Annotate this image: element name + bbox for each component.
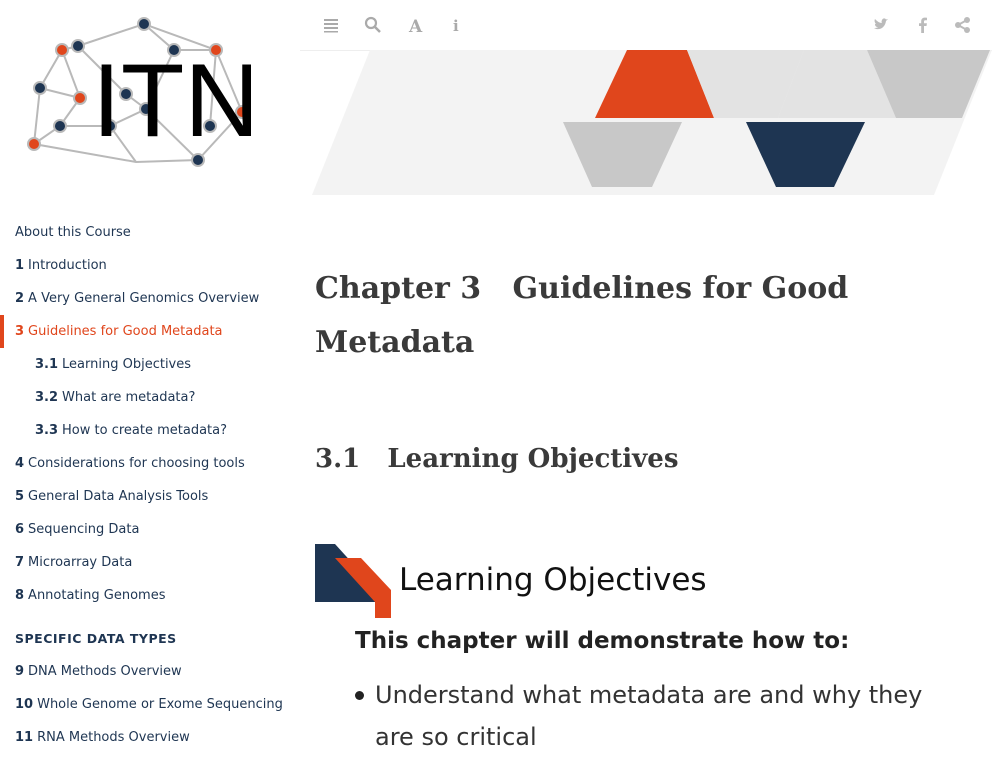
toc-item[interactable]: 3.3 How to create metadata? xyxy=(0,414,300,447)
toc-item-label: About this Course xyxy=(15,225,131,240)
toc-item[interactable]: 4 Considerations for choosing tools xyxy=(0,447,300,480)
section-title: 3.1 Learning Objectives xyxy=(315,444,678,474)
toc-item[interactable]: 3 Guidelines for Good Metadata xyxy=(0,315,300,348)
toc-item[interactable]: 3.1 Learning Objectives xyxy=(0,348,300,381)
toc-item[interactable]: 11 RNA Methods Overview xyxy=(0,721,300,744)
toc-item-number: 6 xyxy=(15,522,25,537)
toc-item-label: RNA Methods Overview xyxy=(37,730,190,744)
menu-icon[interactable] xyxy=(320,14,342,36)
toc-item-label: Guidelines for Good Metadata xyxy=(28,324,223,339)
toc-item-number: 8 xyxy=(15,588,25,603)
info-icon[interactable]: i xyxy=(446,14,468,36)
toc-item-number: 1 xyxy=(15,258,25,273)
toc-item-label: Learning Objectives xyxy=(62,357,192,372)
toc-item[interactable]: 8 Annotating Genomes xyxy=(0,579,300,612)
toc-item-number: 3.3 xyxy=(35,423,59,438)
banner-graphic xyxy=(312,50,992,195)
sidebar: ITN About this Course 1 Introduction 2 A Ver… xyxy=(0,0,300,744)
toc-item-number: 5 xyxy=(15,489,25,504)
list-item: Understand what metadata are and why the… xyxy=(355,674,925,758)
toc-item[interactable]: 7 Microarray Data xyxy=(0,546,300,579)
learning-objectives-heading: Learning Objectives xyxy=(399,562,707,598)
toc-item-number: 3 xyxy=(15,324,25,339)
toc-item-label: DNA Methods Overview xyxy=(28,664,182,679)
toc-item-number: 9 xyxy=(15,664,25,679)
section-title-text: Learning Objectives xyxy=(387,444,679,474)
learning-objectives-subheading: This chapter will demonstrate how to: xyxy=(355,628,850,654)
chapter-prefix: Chapter 3 xyxy=(315,271,482,306)
toc-item-number: 3.2 xyxy=(35,390,59,405)
toc-item[interactable]: 6 Sequencing Data xyxy=(0,513,300,546)
toc-section-header: SPECIFIC DATA TYPES xyxy=(15,631,177,646)
toc-item-number: 4 xyxy=(15,456,25,471)
svg-text:A: A xyxy=(408,17,423,36)
learning-objectives-list: Understand what metadata are and why the… xyxy=(355,674,925,758)
toc-item-label: General Data Analysis Tools xyxy=(28,489,209,504)
toc-item[interactable]: 9 DNA Methods Overview xyxy=(0,655,300,688)
main-content: Chapter 3 Guidelines for Good Metadata 3… xyxy=(315,262,955,751)
toc-item-label: How to create metadata? xyxy=(62,423,228,438)
chapter-title-line1: Guidelines for Good xyxy=(512,271,849,306)
toolbar: A i xyxy=(300,0,992,51)
toc-item-label: A Very General Genomics Overview xyxy=(28,291,260,306)
toc-item[interactable]: 1 Introduction xyxy=(0,249,300,282)
font-settings-icon[interactable]: A xyxy=(406,14,428,37)
itn-logo[interactable]: ITN xyxy=(20,12,280,177)
toc-item-label: Microarray Data xyxy=(28,555,133,570)
search-icon[interactable] xyxy=(362,14,384,36)
section-number: 3.1 xyxy=(315,444,361,474)
toc-item-number: 2 xyxy=(15,291,25,306)
toc-item-label: Considerations for choosing tools xyxy=(28,456,245,471)
toc-item-number: 11 xyxy=(15,730,34,744)
toc-item[interactable]: 10 Whole Genome or Exome Sequencing xyxy=(0,688,300,721)
toc-item[interactable]: 5 General Data Analysis Tools xyxy=(0,480,300,513)
toc-item-number: 3.1 xyxy=(35,357,59,372)
toc-item[interactable]: 3.2 What are metadata? xyxy=(0,381,300,414)
toc-item-label: What are metadata? xyxy=(62,390,196,405)
share-icon[interactable] xyxy=(952,14,974,36)
toc-item-number: 10 xyxy=(15,697,34,712)
toc-item[interactable]: About this Course xyxy=(0,216,300,249)
toc-item-label: Sequencing Data xyxy=(28,522,140,537)
table-of-contents: About this Course 1 Introduction 2 A Very Ge… xyxy=(0,216,300,744)
toc-item-label: Introduction xyxy=(28,258,107,273)
toc-item[interactable]: 2A Very General Genomics Overview xyxy=(0,282,300,315)
facebook-icon[interactable] xyxy=(912,14,934,36)
twitter-icon[interactable] xyxy=(870,14,892,36)
toc-item-label: Annotating Genomes xyxy=(28,588,166,603)
toc-item-number: 7 xyxy=(15,555,25,570)
chapter-title: Chapter 3 Guidelines for Good Metadata xyxy=(315,262,955,370)
chapter-title-line2: Metadata xyxy=(315,325,475,360)
logo-text: ITN xyxy=(92,43,260,159)
svg-text:i: i xyxy=(453,17,459,35)
toc-item-label: Whole Genome or Exome Sequencing xyxy=(37,697,283,712)
learning-objectives-icon xyxy=(315,544,391,618)
